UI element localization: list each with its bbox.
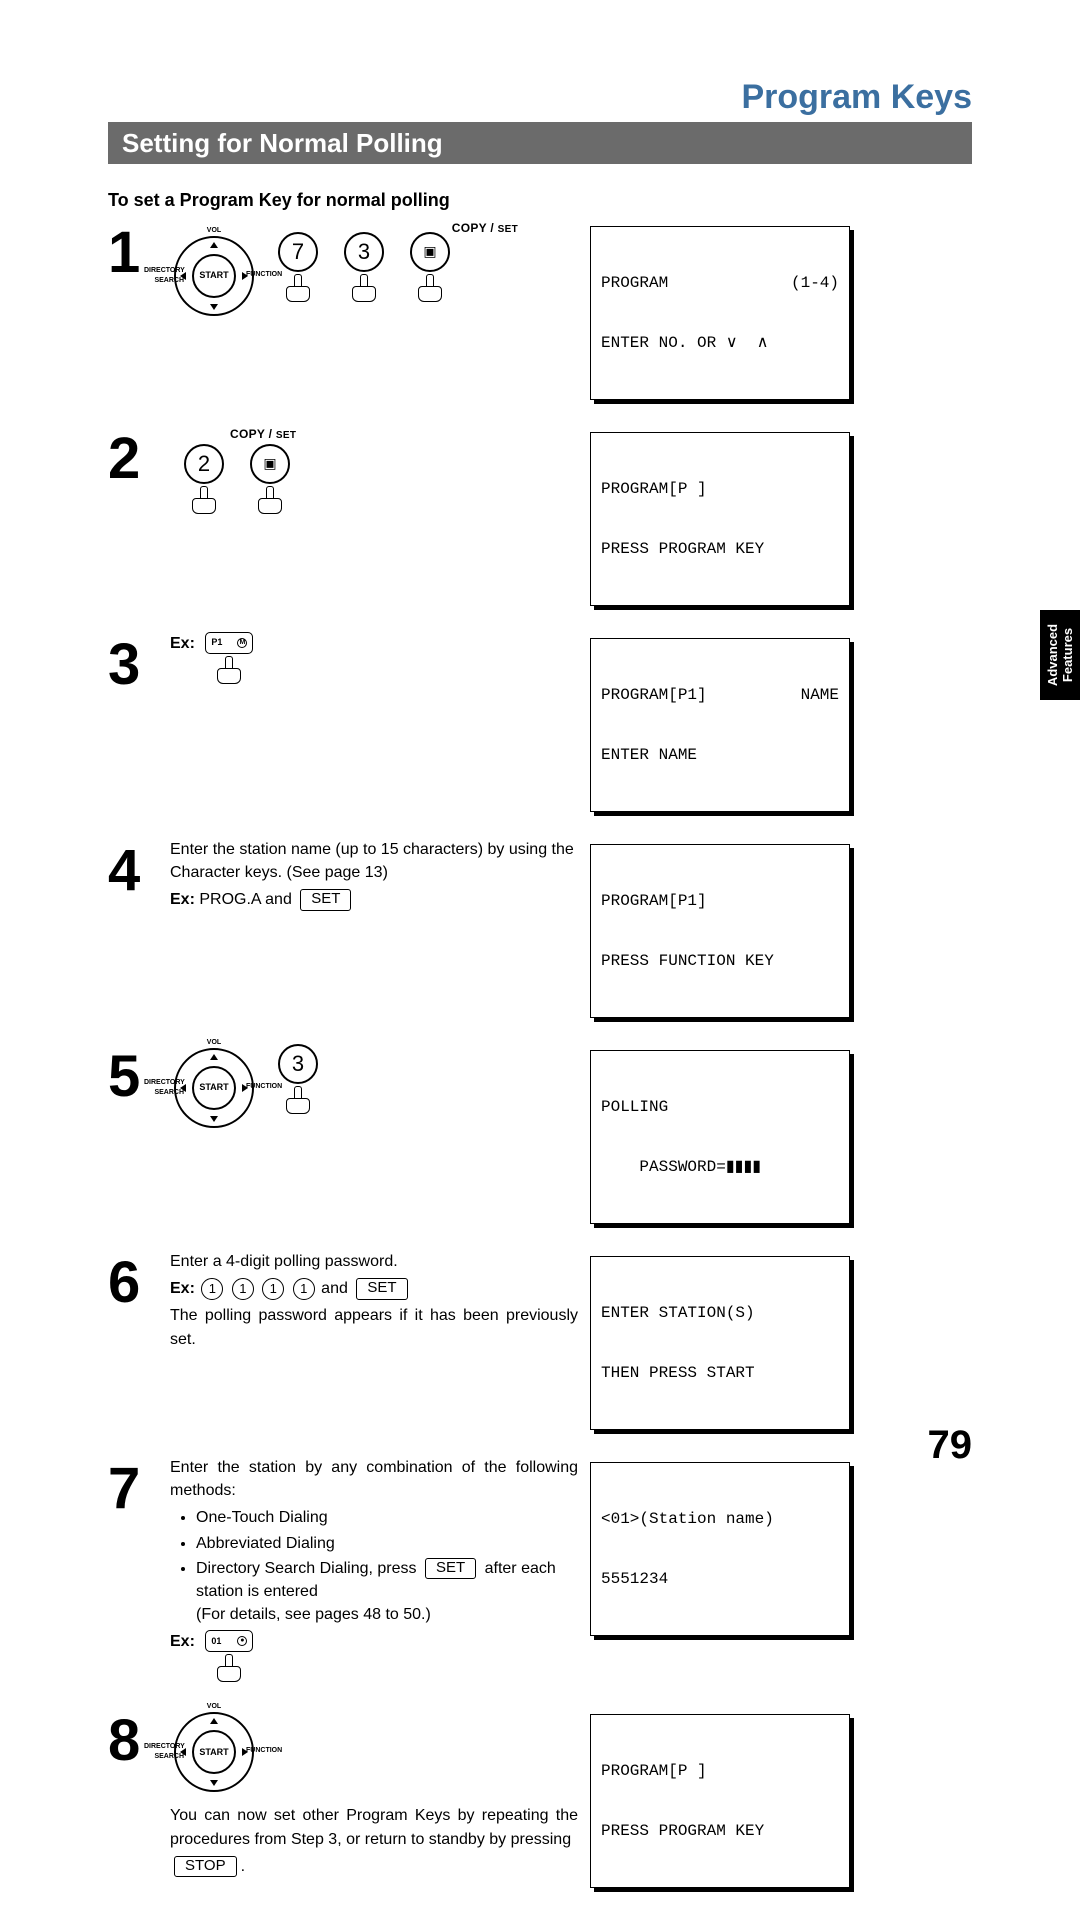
set-keycap: SET bbox=[425, 1558, 476, 1580]
key-7-icon: 7 bbox=[272, 232, 324, 310]
copy-set-label: COPY / SET bbox=[230, 426, 578, 444]
navpad-icon: START VOL DIRECTORY SEARCH FUNCTION bbox=[170, 1044, 258, 1132]
lcd-display: ENTER STATION(S) THEN PRESS START bbox=[590, 1256, 850, 1430]
step-text: The polling password appears if it has b… bbox=[170, 1304, 578, 1350]
page: { "header": { "title": "Program Keys" },… bbox=[0, 0, 1080, 1528]
lcd-display: PROGRAM[P1] PRESS FUNCTION KEY bbox=[590, 844, 850, 1018]
lcd-display: PROGRAM[P1]NAME ENTER NAME bbox=[590, 638, 850, 812]
program-key-icon: P1M bbox=[199, 632, 259, 692]
step-4: 4 Enter the station name (up to 15 chara… bbox=[108, 838, 972, 1026]
page-number: 79 bbox=[928, 1423, 973, 1468]
digit-key-icon: 1 bbox=[293, 1278, 315, 1300]
digit-key-icon: 1 bbox=[232, 1278, 254, 1300]
side-tab: Advanced Features bbox=[1040, 610, 1080, 700]
step-text: You can now set other Program Keys by re… bbox=[170, 1804, 578, 1850]
lcd-display: PROGRAM[P ] PRESS PROGRAM KEY bbox=[590, 432, 850, 606]
section-subhead: To set a Program Key for normal polling bbox=[108, 190, 450, 211]
step-1: 1 COPY / SET START VOL DIRECTORY SEARCH … bbox=[108, 220, 972, 408]
side-tab-label: Advanced Features bbox=[1045, 624, 1075, 686]
list-item: Directory Search Dialing, press SET afte… bbox=[196, 1557, 578, 1627]
lcd-display: PROGRAM(1-4) ENTER NO. OR ∨ ∧ bbox=[590, 226, 850, 400]
ex-label: Ex: bbox=[170, 1633, 195, 1650]
step-text: Enter the station name (up to 15 charact… bbox=[170, 838, 578, 884]
ex-value: PROG.A and bbox=[195, 891, 296, 908]
list-item: One-Touch Dialing bbox=[196, 1506, 578, 1529]
ex-label: Ex: bbox=[170, 891, 195, 908]
ex-label: Ex: bbox=[170, 635, 195, 652]
step-7: 7 Enter the station by any combination o… bbox=[108, 1456, 972, 1690]
method-list: One-Touch Dialing Abbreviated Dialing Di… bbox=[184, 1506, 578, 1626]
step-5: 5 START VOL DIRECTORY SEARCH FUNCTION 3 … bbox=[108, 1044, 972, 1232]
key-3-icon: 3 bbox=[338, 232, 390, 310]
step-text: Enter a 4-digit polling password. bbox=[170, 1250, 578, 1273]
step-number: 2 bbox=[108, 426, 170, 488]
ex-label: Ex: bbox=[170, 1280, 195, 1297]
step-number: 7 bbox=[108, 1456, 170, 1518]
list-item: Abbreviated Dialing bbox=[196, 1532, 578, 1555]
step-3: 3 Ex: P1M PROGRAM[P1]NAME ENTER NAME bbox=[108, 632, 972, 820]
digit-key-icon: 1 bbox=[201, 1278, 223, 1300]
lcd-display: POLLING PASSWORD=▮▮▮▮ bbox=[590, 1050, 850, 1224]
step-number: 4 bbox=[108, 838, 170, 900]
one-touch-key-icon: 01● bbox=[199, 1630, 259, 1690]
step-number: 6 bbox=[108, 1250, 170, 1312]
section-bar: Setting for Normal Polling bbox=[108, 122, 972, 164]
header-title: Program Keys bbox=[741, 78, 972, 117]
set-keycap: SET bbox=[300, 889, 351, 911]
step-text: Enter the station by any combination of … bbox=[170, 1456, 578, 1502]
step-6: 6 Enter a 4-digit polling password. Ex: … bbox=[108, 1250, 972, 1438]
lcd-display: <01>(Station name) 5551234 bbox=[590, 1462, 850, 1636]
lcd-display: PROGRAM[P ] PRESS PROGRAM KEY bbox=[590, 1714, 850, 1888]
navpad-icon: START VOL DIRECTORY SEARCH FUNCTION bbox=[170, 1708, 258, 1796]
step-8: 8 START VOL DIRECTORY SEARCH FUNCTION Yo… bbox=[108, 1708, 972, 1896]
key-2-icon: 2 bbox=[178, 444, 230, 522]
navpad-icon: START VOL DIRECTORY SEARCH FUNCTION bbox=[170, 232, 258, 320]
stop-keycap: STOP bbox=[174, 1856, 237, 1878]
set-key-icon: ▣ bbox=[404, 232, 456, 310]
key-3-icon: 3 bbox=[272, 1044, 324, 1122]
set-keycap: SET bbox=[356, 1278, 407, 1300]
password-mask: ▮▮▮▮ bbox=[726, 1158, 761, 1176]
set-key-icon: ▣ bbox=[244, 444, 296, 522]
step-2: 2 COPY / SET 2 ▣ PROGRAM[P ] PRESS PROGR… bbox=[108, 426, 972, 614]
step-number: 3 bbox=[108, 632, 170, 694]
content-area: 1 COPY / SET START VOL DIRECTORY SEARCH … bbox=[108, 220, 972, 1914]
digit-key-icon: 1 bbox=[262, 1278, 284, 1300]
